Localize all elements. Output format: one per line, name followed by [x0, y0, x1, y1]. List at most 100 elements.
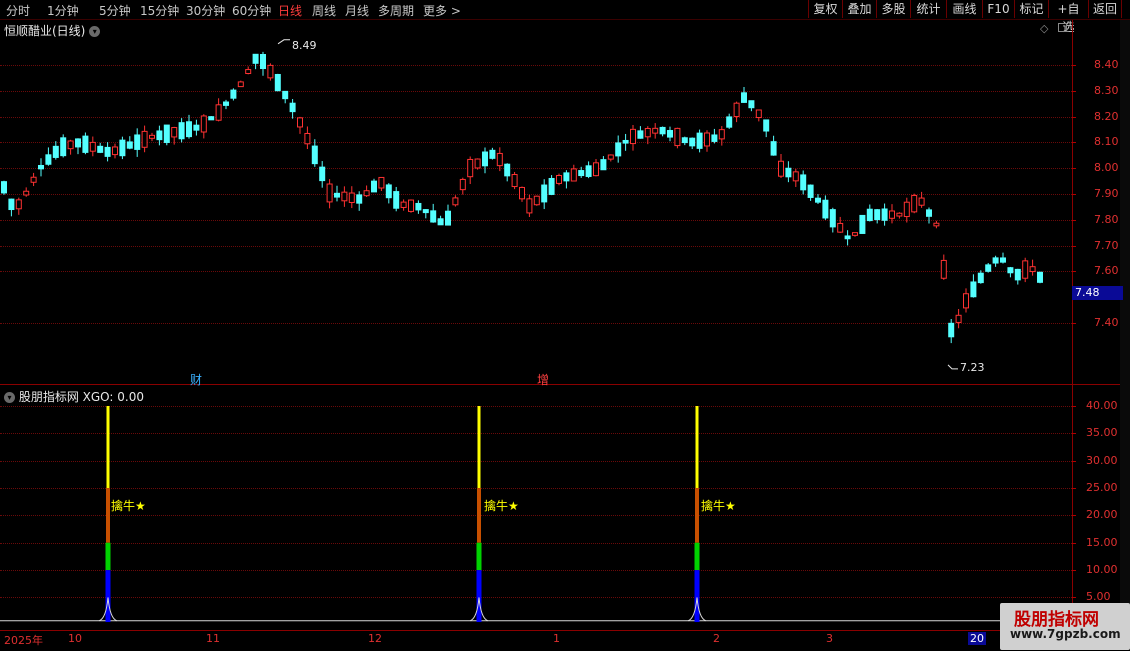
signal-bar-orange	[477, 488, 481, 543]
candle-body	[400, 201, 407, 208]
candle-body	[866, 208, 873, 222]
signal-label: 擒牛★	[484, 499, 519, 513]
restore-rights-button[interactable]: 复权	[808, 0, 842, 18]
candle-body	[200, 115, 207, 133]
candle-body	[126, 141, 133, 149]
candle-body	[230, 89, 237, 99]
candle-body	[282, 90, 289, 100]
candle-body	[556, 175, 562, 184]
candle-body	[1014, 268, 1021, 281]
candle-body	[1037, 271, 1043, 283]
candle-body	[408, 199, 414, 212]
indicator-tick-label: 40.00	[1086, 399, 1118, 412]
indicator-tick-label: 25.00	[1086, 481, 1118, 495]
high-price-label: 8.49	[292, 39, 317, 52]
period-tab-15min[interactable]: 15分钟	[140, 2, 179, 19]
candle-body	[378, 176, 385, 189]
signal-bar-blue	[694, 570, 700, 623]
candle-body	[800, 174, 807, 191]
period-tab-weekly[interactable]: 周线	[312, 2, 336, 19]
candle-body	[689, 137, 696, 147]
candle-body	[600, 159, 607, 171]
candle-body	[119, 139, 126, 157]
candle-body	[955, 314, 962, 323]
signal-bar-orange	[106, 488, 110, 543]
candle-body	[89, 141, 96, 152]
candle-body	[1000, 257, 1006, 263]
candle-body	[829, 209, 836, 228]
period-tab-30min[interactable]: 30分钟	[186, 2, 225, 19]
candle-body	[770, 141, 777, 156]
top-toolbar: 分时 1分钟 5分钟 15分钟 30分钟 60分钟 日线 周线 月线 多周期 更…	[0, 0, 1130, 34]
candle-body	[297, 117, 303, 128]
candle-body	[948, 322, 955, 338]
candle-body	[134, 134, 141, 150]
candle-body	[245, 69, 252, 74]
candle-body	[741, 92, 747, 103]
price-tick-mark	[1072, 245, 1076, 247]
indicator-tick-label: 10.00	[1086, 563, 1118, 577]
price-tick-label: 8.10	[1094, 135, 1119, 149]
signal-bar-green	[105, 542, 111, 571]
candle-body	[334, 192, 340, 198]
period-tab-daily[interactable]: 日线	[278, 2, 302, 19]
candle-body	[52, 145, 59, 158]
candle-body	[178, 122, 185, 140]
period-tab-5min[interactable]: 5分钟	[99, 2, 131, 19]
overlay-button[interactable]: 叠加	[842, 0, 876, 18]
candle-body	[304, 132, 311, 145]
price-tick-label: 8.20	[1094, 109, 1119, 123]
candle-body	[622, 139, 629, 144]
candle-body	[815, 197, 821, 203]
period-tab-60min[interactable]: 60分钟	[232, 2, 271, 19]
candle-body	[112, 146, 118, 156]
x-axis	[0, 630, 1130, 651]
period-tab-1min[interactable]: 1分钟	[47, 2, 79, 19]
candle-body	[807, 184, 814, 198]
period-tab-multi[interactable]: 多周期	[378, 2, 414, 19]
candle-body	[570, 168, 577, 182]
candle-body	[163, 124, 170, 143]
candle-body	[260, 54, 266, 70]
candle-body	[356, 194, 363, 204]
candle-body	[733, 102, 740, 117]
candle-body	[659, 126, 666, 135]
statistics-button[interactable]: 统计	[910, 0, 946, 18]
period-tab-more[interactable]: 更多 >	[423, 2, 461, 19]
candle-body	[704, 132, 710, 147]
candle-body	[822, 199, 829, 219]
candle-body	[615, 142, 622, 157]
candle-body	[15, 199, 22, 210]
candle-body	[778, 160, 784, 177]
add-favorite-button[interactable]: +自选	[1048, 0, 1088, 34]
candle-body	[933, 222, 940, 227]
candle-body	[385, 184, 392, 199]
x-axis-current-date: 20	[968, 632, 986, 645]
period-tab-monthly[interactable]: 月线	[345, 2, 369, 19]
signal-bar-green	[476, 542, 482, 571]
draw-line-button[interactable]: 画线	[946, 0, 982, 18]
candle-body	[341, 191, 348, 202]
mark-button[interactable]: 标记	[1014, 0, 1048, 18]
candle-body	[519, 186, 525, 200]
price-tick-mark	[1072, 65, 1076, 66]
back-button[interactable]: 返回	[1088, 0, 1122, 18]
f10-button[interactable]: F10	[982, 0, 1014, 18]
multi-stock-button[interactable]: 多股	[876, 0, 910, 18]
candle-body	[918, 197, 925, 206]
x-axis-label: 2	[713, 632, 720, 645]
indicator-tick-label: 35.00	[1086, 426, 1118, 440]
signal-bar-blue	[105, 570, 111, 623]
candle-body	[45, 154, 52, 165]
right-scroll-strip[interactable]	[1120, 20, 1130, 630]
candle-body	[911, 194, 918, 213]
candle-body	[215, 104, 222, 121]
indicator-tick-label: 15.00	[1086, 535, 1118, 549]
candle-body	[903, 201, 910, 218]
x-axis-label: 2025年	[4, 634, 43, 647]
price-tick-label: 7.90	[1094, 187, 1119, 200]
candle-body	[711, 134, 718, 142]
candle-body	[252, 53, 259, 64]
indicator-tick-label: 5.00	[1086, 590, 1111, 604]
period-tab-fenshi[interactable]: 分时	[6, 2, 30, 19]
